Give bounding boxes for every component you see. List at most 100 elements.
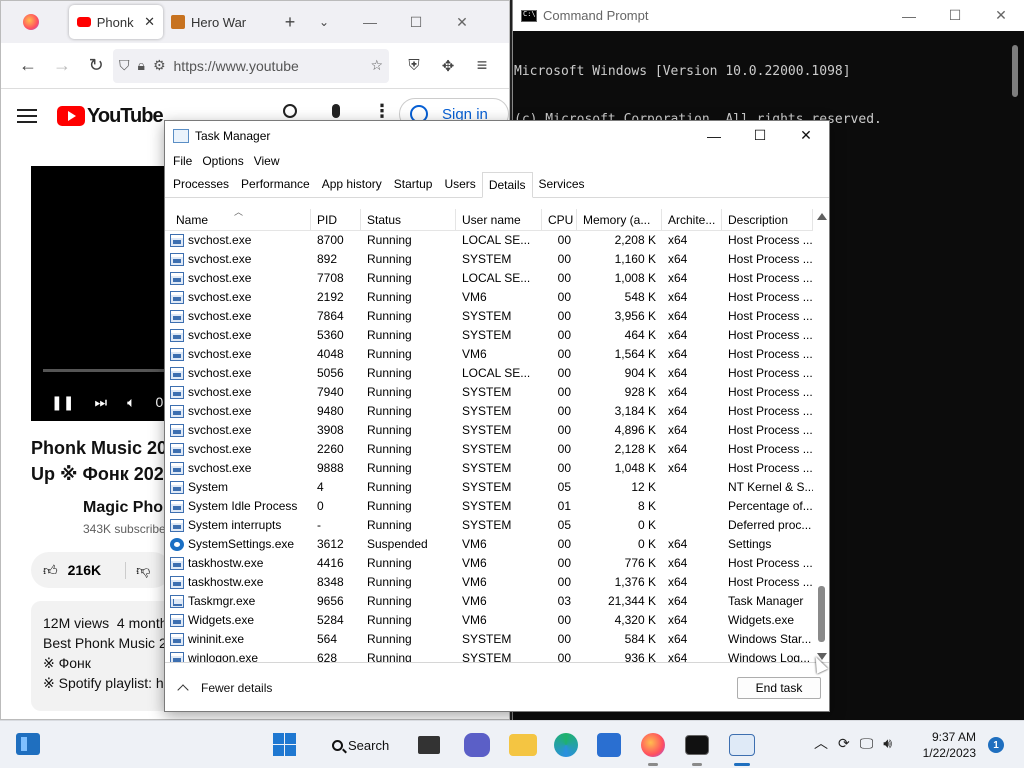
table-row[interactable]: svchost.exe 9480 Running SYSTEM 00 3,184 K x64… bbox=[165, 402, 813, 421]
tab-processes[interactable]: Processes bbox=[167, 173, 235, 197]
table-row[interactable]: svchost.exe 3908 Running SYSTEM 00 4,896 K x64… bbox=[165, 421, 813, 440]
end-task-button[interactable]: End task bbox=[737, 677, 821, 699]
table-row[interactable]: svchost.exe 7940 Running SYSTEM 00 928 K x64 Ho… bbox=[165, 383, 813, 402]
table-row[interactable]: wininit.exe 564 Running SYSTEM 00 584 K x64 Win… bbox=[165, 630, 813, 649]
thumbs-down-icon[interactable]: 👎︎ bbox=[125, 561, 150, 579]
chevron-up-icon[interactable] bbox=[177, 684, 189, 696]
channel-avatar[interactable] bbox=[31, 501, 71, 541]
scroll-up-arrow-icon[interactable] bbox=[817, 213, 827, 220]
table-row[interactable]: System 4 Running SYSTEM 05 12 K NT Kernel & S.… bbox=[165, 478, 813, 497]
close-icon[interactable]: ✕ bbox=[439, 7, 485, 38]
tab-hero-wars[interactable]: Hero War bbox=[163, 5, 271, 39]
more-options-icon[interactable]: ⋮ bbox=[373, 101, 391, 122]
table-row[interactable]: taskhostw.exe 4416 Running VM6 00 776 K x64 Hos… bbox=[165, 554, 813, 573]
table-row[interactable]: svchost.exe 5056 Running LOCAL SE... 00 904 K… bbox=[165, 364, 813, 383]
tm-title-bar[interactable]: Task Manager — ☐ ✕ bbox=[165, 121, 829, 150]
list-tabs-chevron-icon[interactable]: ⌄ bbox=[307, 5, 341, 39]
table-row[interactable]: System Idle Process 0 Running SYSTEM 01 8 K Pe… bbox=[165, 497, 813, 516]
reload-icon[interactable]: ↻ bbox=[79, 49, 113, 83]
show-hidden-icons-chevron-icon[interactable]: ︿ bbox=[814, 733, 828, 753]
table-row[interactable]: svchost.exe 9888 Running SYSTEM 00 1,048 K x64… bbox=[165, 459, 813, 478]
maximize-icon[interactable]: ☐ bbox=[932, 0, 978, 31]
tab-performance[interactable]: Performance bbox=[235, 173, 316, 197]
close-tab-icon[interactable]: ✕ bbox=[144, 14, 155, 30]
maximize-icon[interactable]: ☐ bbox=[737, 121, 783, 150]
column-header-cpu[interactable]: CPU bbox=[542, 209, 577, 230]
cmd-scroll-thumb[interactable] bbox=[1012, 45, 1018, 97]
scroll-thumb[interactable] bbox=[818, 586, 825, 642]
table-row[interactable]: svchost.exe 4048 Running VM6 00 1,564 K x64 Hos… bbox=[165, 345, 813, 364]
youtube-logo[interactable]: YouTube bbox=[57, 105, 164, 128]
column-header-pid[interactable]: PID bbox=[311, 209, 361, 230]
tab-youtube[interactable]: Phonk M ✕ bbox=[69, 5, 163, 39]
extensions-icon[interactable]: ✥ bbox=[431, 49, 465, 83]
network-icon[interactable]: 🖵︎ bbox=[860, 735, 874, 752]
close-icon[interactable]: ✕ bbox=[783, 121, 829, 150]
firefox-view-tab[interactable] bbox=[1, 5, 61, 39]
tab-users[interactable]: Users bbox=[438, 173, 481, 197]
clock[interactable]: 9:37 AM 1/22/2023 bbox=[912, 729, 976, 761]
volume-icon[interactable]: 🔊︎ bbox=[883, 735, 892, 752]
teams-chat-icon[interactable] bbox=[464, 733, 490, 757]
start-button[interactable] bbox=[271, 731, 299, 759]
hamburger-menu-icon[interactable] bbox=[17, 109, 37, 123]
menu-icon[interactable]: ≡ bbox=[465, 49, 499, 83]
menu-file[interactable]: File bbox=[168, 154, 197, 168]
table-row[interactable]: svchost.exe 2192 Running VM6 00 548 K x64 Host … bbox=[165, 288, 813, 307]
task-manager-icon[interactable] bbox=[729, 734, 755, 756]
search-icon[interactable] bbox=[283, 104, 297, 118]
cmd-title-bar[interactable]: Command Prompt — ☐ ✕ bbox=[513, 0, 1024, 31]
table-row[interactable]: Taskmgr.exe 9656 Running VM6 03 21,344 K x64 Ta… bbox=[165, 592, 813, 611]
maximize-icon[interactable]: ☐ bbox=[393, 7, 439, 38]
minimize-icon[interactable]: — bbox=[886, 0, 932, 31]
store-icon[interactable] bbox=[597, 733, 621, 757]
like-button[interactable]: 👍︎ 216K 👎︎ bbox=[31, 552, 171, 588]
task-view-icon[interactable] bbox=[418, 736, 440, 754]
close-icon[interactable]: ✕ bbox=[978, 0, 1024, 31]
column-header-architecture[interactable]: Archite... bbox=[662, 209, 722, 230]
pocket-icon[interactable]: ⛨ bbox=[397, 49, 431, 83]
new-tab-icon[interactable]: + bbox=[273, 5, 307, 39]
forward-arrow-icon[interactable]: → bbox=[45, 49, 79, 83]
menu-options[interactable]: Options bbox=[197, 154, 248, 168]
permissions-icon[interactable]: ⚙︎ bbox=[153, 57, 166, 74]
tab-app-history[interactable]: App history bbox=[316, 173, 388, 197]
terminal-icon[interactable] bbox=[685, 735, 709, 755]
table-row[interactable]: taskhostw.exe 8348 Running VM6 00 1,376 K x64 H… bbox=[165, 573, 813, 592]
table-row[interactable]: svchost.exe 7864 Running SYSTEM 00 3,956 K x64… bbox=[165, 307, 813, 326]
back-arrow-icon[interactable]: ← bbox=[11, 49, 45, 83]
volume-icon[interactable]: 🔈︎ bbox=[127, 394, 135, 411]
table-row[interactable]: System interrupts - Running SYSTEM 05 0 K Defe… bbox=[165, 516, 813, 535]
widgets-icon[interactable] bbox=[16, 733, 40, 755]
minimize-icon[interactable]: — bbox=[347, 7, 393, 38]
cmd-scrollbar[interactable] bbox=[1006, 31, 1024, 720]
column-header-status[interactable]: Status bbox=[361, 209, 456, 230]
pause-icon[interactable]: ❚❚ bbox=[51, 394, 74, 411]
next-icon[interactable]: ⏭︎ bbox=[94, 394, 107, 411]
channel-name[interactable]: Magic Phon bbox=[83, 499, 173, 517]
bookmark-star-icon[interactable]: ☆ bbox=[370, 57, 383, 74]
taskbar-search[interactable]: Search bbox=[324, 731, 396, 759]
fewer-details-link[interactable]: Fewer details bbox=[201, 681, 272, 695]
notification-badge[interactable]: 1 bbox=[988, 737, 1004, 753]
menu-view[interactable]: View bbox=[249, 154, 285, 168]
table-row[interactable]: svchost.exe 8700 Running LOCAL SE... 00 2,208… bbox=[165, 231, 813, 250]
column-header-description[interactable]: Description bbox=[722, 209, 813, 230]
lock-icon[interactable]: 🔒︎ bbox=[138, 57, 145, 74]
table-row[interactable]: SystemSettings.exe 3612 Suspended VM6 00 0 K x… bbox=[165, 535, 813, 554]
column-header-memory[interactable]: Memory (a... bbox=[577, 209, 662, 230]
table-row[interactable]: svchost.exe 5360 Running SYSTEM 00 464 K x64 Ho… bbox=[165, 326, 813, 345]
tab-details[interactable]: Details bbox=[481, 172, 533, 198]
shield-icon[interactable]: ⛉ bbox=[119, 57, 130, 74]
table-row[interactable]: winlogon.exe 628 Running SYSTEM 00 936 K x64 Wi… bbox=[165, 649, 813, 662]
table-row[interactable]: Widgets.exe 5284 Running VM6 00 4,320 K x64 Wid… bbox=[165, 611, 813, 630]
table-row[interactable]: svchost.exe 2260 Running SYSTEM 00 2,128 K x64… bbox=[165, 440, 813, 459]
file-explorer-icon[interactable] bbox=[509, 734, 537, 756]
table-row[interactable]: svchost.exe 7708 Running LOCAL SE... 00 1,008… bbox=[165, 269, 813, 288]
table-row[interactable]: svchost.exe 892 Running SYSTEM 00 1,160 K x64 H… bbox=[165, 250, 813, 269]
microphone-icon[interactable] bbox=[332, 104, 340, 118]
tab-services[interactable]: Services bbox=[533, 173, 591, 197]
firefox-icon[interactable] bbox=[641, 733, 665, 757]
column-header-user-name[interactable]: User name bbox=[456, 209, 542, 230]
edge-icon[interactable] bbox=[554, 733, 578, 757]
